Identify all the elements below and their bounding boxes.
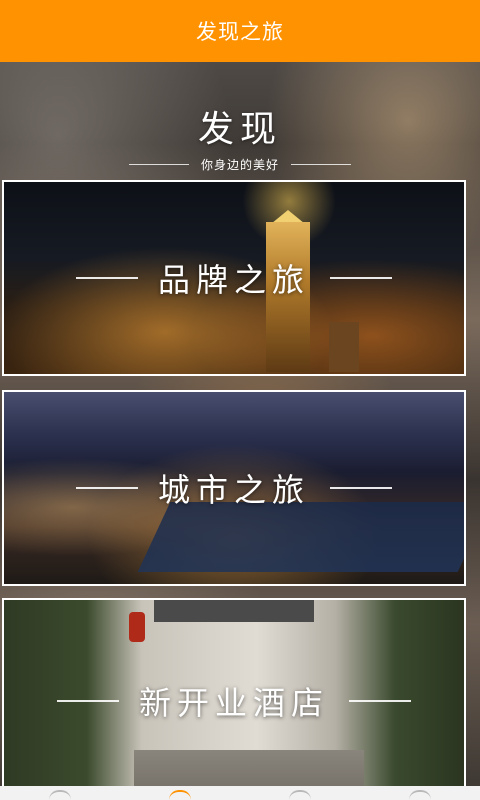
discover-header: 发现 你身边的美好 (0, 100, 480, 173)
card-divider-right (349, 700, 411, 702)
new-hotels-card[interactable]: 新开业酒店 (2, 598, 466, 800)
city-tour-overlay: 城市之旅 (4, 392, 464, 584)
app-title: 发现之旅 (196, 20, 284, 44)
discover-subtitle-row: 你身边的美好 (0, 156, 480, 173)
divider-left (128, 164, 189, 165)
discover-icon[interactable] (169, 790, 191, 800)
card-divider-left (75, 277, 138, 279)
app-screen: 发现之旅 发现 你身边的美好 品牌之旅 城市之旅 新开业酒店 (0, 0, 480, 800)
tag-icon[interactable] (289, 790, 311, 800)
new-hotels-label: 新开业酒店 (138, 684, 329, 722)
brand-tour-overlay: 品牌之旅 (4, 182, 464, 374)
card-divider-right (330, 277, 392, 279)
card-divider-right (330, 487, 392, 489)
new-hotels-overlay: 新开业酒店 (4, 600, 464, 800)
divider-right (291, 164, 351, 165)
user-icon[interactable] (409, 790, 431, 800)
brand-tour-label: 品牌之旅 (157, 261, 310, 299)
discover-subtitle: 你身边的美好 (200, 158, 279, 172)
card-divider-left (56, 700, 119, 702)
top-app-bar: 发现之旅 (0, 0, 480, 62)
home-icon[interactable] (49, 790, 71, 800)
brand-tour-card[interactable]: 品牌之旅 (2, 180, 466, 376)
card-divider-left (75, 487, 138, 489)
city-tour-card[interactable]: 城市之旅 (2, 390, 466, 586)
bottom-nav-bar (0, 786, 480, 800)
city-tour-label: 城市之旅 (157, 471, 310, 509)
discover-title: 发现 (197, 109, 282, 150)
